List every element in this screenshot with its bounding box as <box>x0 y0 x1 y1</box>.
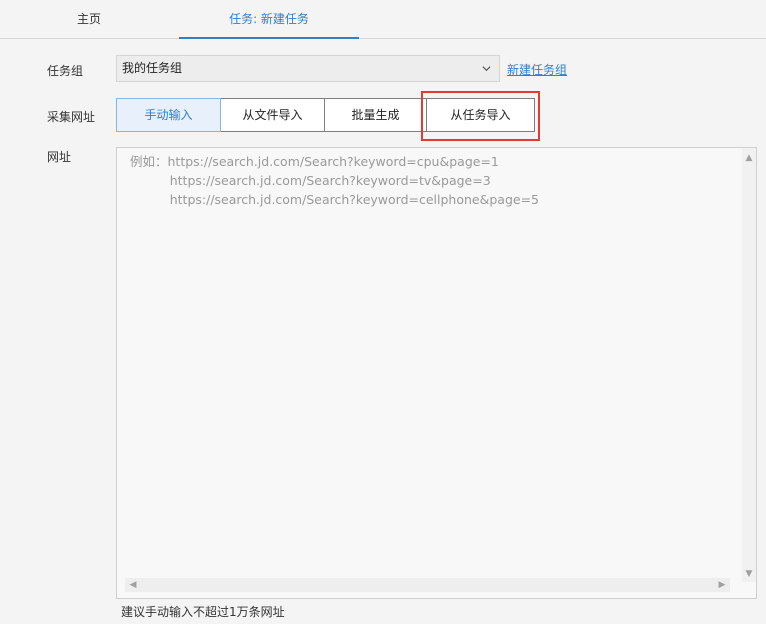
horizontal-scrollbar[interactable]: ◀ ▶ <box>125 578 730 592</box>
source-manual-button[interactable]: 手动输入 <box>116 98 221 132</box>
vertical-scrollbar[interactable]: ▲ ▼ <box>742 148 756 582</box>
scroll-left-icon[interactable]: ◀ <box>129 581 137 590</box>
task-group-select[interactable]: 我的任务组 <box>116 55 500 82</box>
task-group-selected-value: 我的任务组 <box>122 61 183 75</box>
scroll-down-icon[interactable]: ▼ <box>745 570 753 579</box>
urls-label: 网址 <box>47 150 72 164</box>
scroll-up-icon[interactable]: ▲ <box>745 154 753 163</box>
chevron-down-icon <box>482 66 491 72</box>
url-limit-hint: 建议手动输入不超过1万条网址 <box>121 605 285 619</box>
tab-bar: 主页 任务: 新建任务 <box>0 0 766 39</box>
source-label: 采集网址 <box>47 110 96 124</box>
source-task-import-button[interactable]: 从任务导入 <box>427 98 535 132</box>
urls-placeholder: 例如：https://search.jd.com/Search?keyword=… <box>130 154 540 207</box>
source-file-import-button[interactable]: 从文件导入 <box>221 98 325 132</box>
urls-textarea[interactable]: 例如：https://search.jd.com/Search?keyword=… <box>116 147 757 599</box>
tab-home[interactable]: 主页 <box>0 0 178 38</box>
task-group-label: 任务组 <box>47 64 84 78</box>
tab-new-task[interactable]: 任务: 新建任务 <box>179 0 359 39</box>
scroll-right-icon[interactable]: ▶ <box>718 581 726 590</box>
source-batch-generate-button[interactable]: 批量生成 <box>325 98 427 132</box>
new-task-group-link[interactable]: 新建任务组 <box>507 61 567 78</box>
